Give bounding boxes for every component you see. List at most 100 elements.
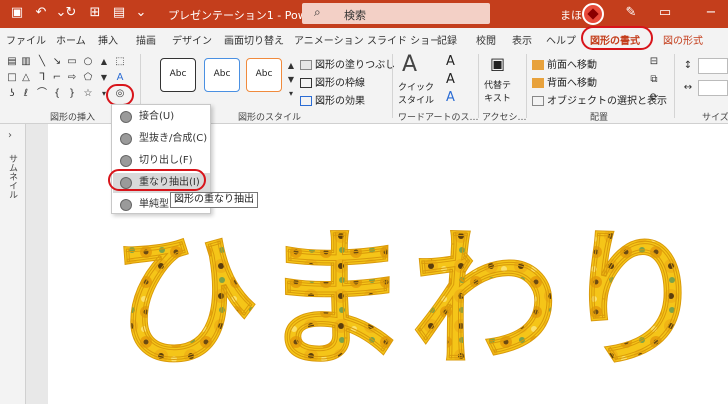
line-shape-icon[interactable]: ╲ <box>36 56 48 68</box>
fill-bucket-icon <box>300 60 312 70</box>
tab-insert[interactable]: 挿入 <box>98 32 118 47</box>
merge-shapes-highlight <box>106 84 134 106</box>
separator <box>478 54 479 118</box>
tab-design[interactable]: デザイン <box>172 32 212 47</box>
avatar[interactable] <box>582 3 604 25</box>
shape-style-dark[interactable]: Abc <box>160 58 196 92</box>
vertical-textbox-shape-icon[interactable]: ▥ <box>20 56 32 68</box>
edit-shape-icon[interactable]: ⬚ <box>114 56 126 68</box>
shape-fill-label: 図形の塗りつぶし <box>315 60 396 71</box>
alt-text-icon[interactable]: ▣ <box>490 54 505 73</box>
selection-pane-button[interactable]: オブジェクトの選択と表示 <box>532 92 667 107</box>
minimize-icon[interactable]: − <box>702 4 720 22</box>
rect-shape-icon[interactable]: □ <box>6 72 18 84</box>
height-input[interactable] <box>698 58 728 74</box>
shape-fill-button[interactable]: 図形の塗りつぶし <box>300 56 395 71</box>
alt-text-label[interactable]: 代替テ キスト <box>484 78 511 104</box>
thumbnail-label[interactable]: サムネイル <box>6 154 19 199</box>
text-fill-icon[interactable]: A <box>446 54 455 69</box>
shape-effects-label: 図形の効果 <box>315 96 365 107</box>
elbow-connector-icon[interactable]: ᒣ <box>36 72 48 84</box>
tab-picture-format[interactable]: 図の形式 <box>663 32 703 47</box>
effects-icon <box>300 96 312 106</box>
triangle-shape-icon[interactable]: △ <box>20 72 32 84</box>
send-backward-button[interactable]: 背面へ移動 <box>532 74 597 89</box>
oval-shape-icon[interactable]: ○ <box>82 56 94 68</box>
textbox-icon[interactable]: A <box>114 72 126 84</box>
selection-pane-icon <box>532 96 544 106</box>
freeform-shape-icon[interactable]: ℓ <box>20 88 32 100</box>
width-input[interactable] <box>698 80 728 96</box>
separator <box>674 54 675 118</box>
star-shape-icon[interactable]: ☆ <box>82 88 94 100</box>
menu-item-combine[interactable]: 型抜き/合成(C) <box>113 129 210 149</box>
style-gallery-down-icon[interactable]: ▼ <box>285 74 297 86</box>
shape-style-orange[interactable]: Abc <box>246 58 282 92</box>
redo-icon[interactable]: ↻ <box>62 4 80 22</box>
ribbon-display-icon[interactable]: ▭ <box>656 4 674 22</box>
tab-slideshow[interactable]: スライド ショー <box>367 32 440 47</box>
pen-icon[interactable]: ✎ <box>622 4 640 22</box>
align-icon[interactable]: ⊟ <box>648 56 660 68</box>
rotate-icon[interactable]: ⟳ <box>648 92 660 104</box>
curve-shape-icon[interactable]: ʖ <box>6 88 18 100</box>
width-icon: ↔ <box>683 82 693 93</box>
tab-home[interactable]: ホーム <box>56 32 86 47</box>
tab-help[interactable]: ヘルプ <box>546 32 576 47</box>
bring-forward-icon <box>532 60 544 70</box>
tab-transitions[interactable]: 画面切り替え <box>224 32 284 47</box>
shape-outline-button[interactable]: 図形の枠線 <box>300 74 365 89</box>
group-label-arrange: 配置 <box>590 113 609 123</box>
style-gallery-up-icon[interactable]: ▲ <box>285 60 297 72</box>
pentagon-shape-icon[interactable]: ⬠ <box>82 72 94 84</box>
group-label-accessibility: アクセシ… <box>482 113 527 123</box>
gallery-up-icon[interactable]: ▲ <box>98 56 110 68</box>
tab-draw[interactable]: 描画 <box>136 32 156 47</box>
quick-style-icon[interactable]: A <box>402 52 417 77</box>
search-box[interactable]: ⌕ 検索 <box>302 3 490 24</box>
textbox-shape-icon[interactable]: ▤ <box>6 56 18 68</box>
shape-effects-button[interactable]: 図形の効果 <box>300 92 365 107</box>
group-label-size: サイズ <box>702 113 728 123</box>
group-icon[interactable]: ⧉ <box>648 74 660 86</box>
style-gallery-more-icon[interactable]: ▾ <box>285 88 297 100</box>
sunflower-text[interactable]: ひまわり <box>110 214 711 389</box>
presenter-icon[interactable]: ⊞ <box>86 4 104 22</box>
separator <box>526 54 527 118</box>
close-brace-shape-icon[interactable]: } <box>66 88 78 100</box>
right-arrow-shape-icon[interactable]: ⇨ <box>66 72 78 84</box>
arc-shape-icon[interactable]: ⌒ <box>36 88 48 100</box>
save-icon[interactable]: ▣ <box>8 4 26 22</box>
separator <box>392 54 393 118</box>
shape-style-blue[interactable]: Abc <box>204 58 240 92</box>
brace-shape-icon[interactable]: { <box>51 88 63 100</box>
document-icon[interactable]: ▤ <box>110 4 128 22</box>
user-name[interactable]: まほ <box>560 7 582 23</box>
text-effects-icon[interactable]: A <box>446 90 455 105</box>
menu-item-fragment[interactable]: 切り出し(F) <box>113 151 210 171</box>
shape-outline-label: 図形の枠線 <box>315 78 365 89</box>
arrow-line-shape-icon[interactable]: ↘ <box>51 56 63 68</box>
customize-qat-icon[interactable]: ⌄ <box>132 4 150 22</box>
bring-forward-button[interactable]: 前面へ移動 <box>532 56 597 71</box>
group-label-wordart: ワードアートのス… <box>398 113 479 123</box>
title-bar: ▣ ↶ ⌄ ↻ ⊞ ▤ ⌄ プレゼンテーション1 - Power… ⌕ 検索 ま… <box>0 0 728 28</box>
quick-style-label[interactable]: クイック スタイル <box>398 80 434 106</box>
tab-file[interactable]: ファイル <box>6 32 46 47</box>
menu-item-label: 単純型 <box>139 199 169 210</box>
rectangle-shape-icon[interactable]: ▭ <box>66 56 78 68</box>
connector-icon[interactable]: ⌐ <box>51 72 63 84</box>
gallery-down-icon[interactable]: ▼ <box>98 72 110 84</box>
outline-pen-icon <box>300 78 312 88</box>
undo-icon[interactable]: ↶ <box>32 4 50 22</box>
search-placeholder: 検索 <box>344 9 366 22</box>
tab-animations[interactable]: アニメーション <box>294 32 364 47</box>
text-outline-icon[interactable]: A <box>446 72 455 87</box>
group-label-shape-styles: 図形のスタイル <box>238 113 302 123</box>
menu-item-union[interactable]: 接合(U) <box>113 107 210 127</box>
fragment-icon <box>120 155 132 167</box>
expand-thumbnails-icon[interactable]: › <box>8 130 12 141</box>
tab-record[interactable]: 記録 <box>437 32 457 47</box>
tab-view[interactable]: 表示 <box>512 32 532 47</box>
tab-review[interactable]: 校閲 <box>476 32 496 47</box>
